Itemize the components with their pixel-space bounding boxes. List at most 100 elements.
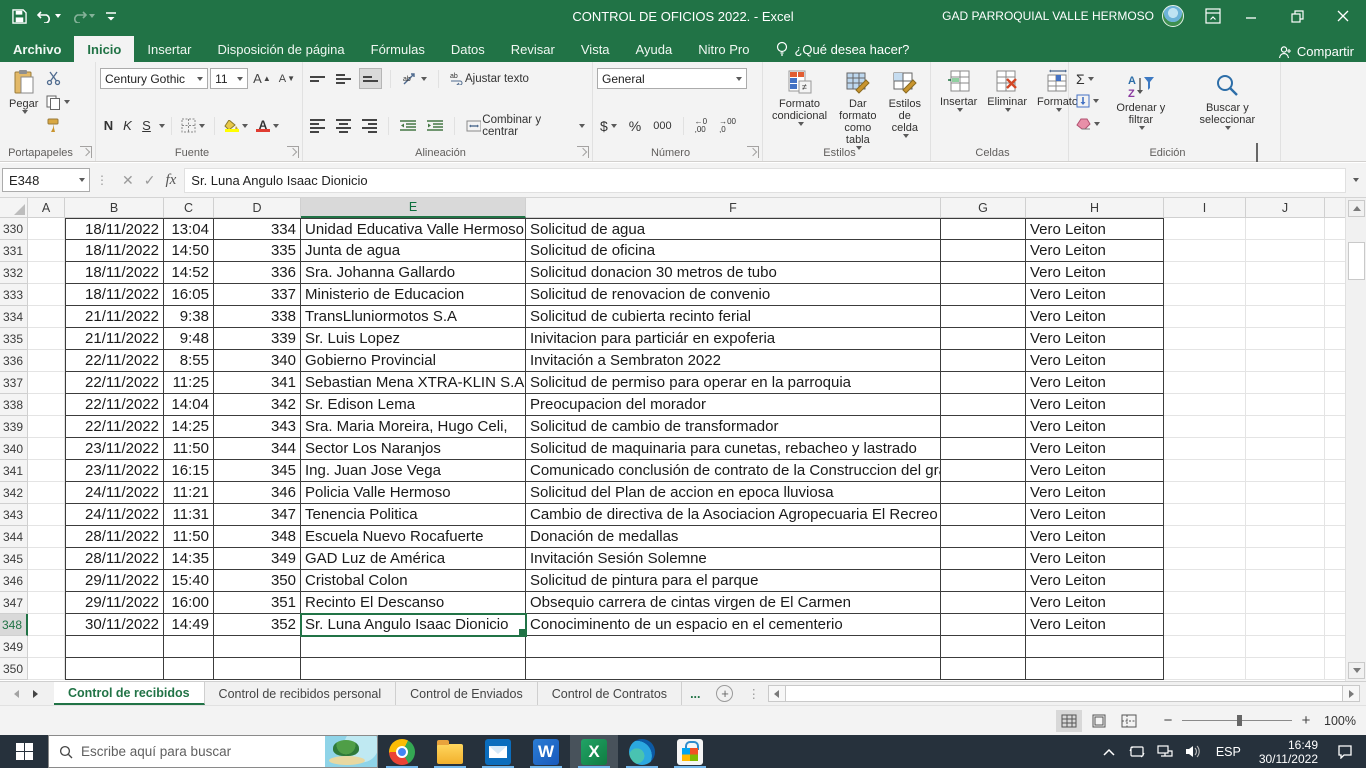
zoom-slider[interactable] (1182, 720, 1292, 721)
language-indicator[interactable]: ESP (1208, 745, 1249, 759)
cell-K334[interactable] (1325, 306, 1345, 328)
align-top-icon[interactable] (307, 68, 328, 89)
cell-I338[interactable] (1164, 394, 1246, 416)
scroll-left-icon[interactable] (769, 686, 785, 701)
row-header-350[interactable]: 350 (0, 658, 28, 680)
cell-J334[interactable] (1246, 306, 1325, 328)
cell-G338[interactable] (941, 394, 1026, 416)
cell-C347[interactable]: 16:00 (164, 592, 214, 614)
cell-B350[interactable] (65, 658, 164, 680)
cell-J330[interactable] (1246, 218, 1325, 240)
cell-A330[interactable] (28, 218, 65, 240)
scroll-up-icon[interactable] (1348, 200, 1365, 217)
row-header-332[interactable]: 332 (0, 262, 28, 284)
cell-I342[interactable] (1164, 482, 1246, 504)
row-header-331[interactable]: 331 (0, 240, 28, 262)
cell-J340[interactable] (1246, 438, 1325, 460)
cell-C333[interactable]: 16:05 (164, 284, 214, 306)
cell-E339[interactable]: Sra. Maria Moreira, Hugo Celi, (301, 416, 526, 438)
add-sheet-icon[interactable]: + (716, 685, 733, 702)
cell-C348[interactable]: 14:49 (164, 614, 214, 636)
taskbar-app-explorer[interactable] (426, 735, 474, 768)
cell-B341[interactable]: 23/11/2022 (65, 460, 164, 482)
cell-A349[interactable] (28, 636, 65, 658)
autosum-icon[interactable]: Σ (1073, 68, 1103, 89)
cut-icon[interactable] (43, 68, 73, 89)
cell-E345[interactable]: GAD Luz de América (301, 548, 526, 570)
cell-E335[interactable]: Sr. Luis Lopez (301, 328, 526, 350)
cell-E332[interactable]: Sra. Johanna Gallardo (301, 262, 526, 284)
sheet-tab-control-de-contratos[interactable]: Control de Contratos (538, 682, 682, 705)
cell-A336[interactable] (28, 350, 65, 372)
cell-B344[interactable]: 28/11/2022 (65, 526, 164, 548)
cell-F331[interactable]: Solicitud de oficina (526, 240, 941, 262)
cell-A342[interactable] (28, 482, 65, 504)
cell-C343[interactable]: 11:31 (164, 504, 214, 526)
cell-I350[interactable] (1164, 658, 1246, 680)
tab-vista[interactable]: Vista (568, 36, 623, 62)
cell-E347[interactable]: Recinto El Descanso (301, 592, 526, 614)
cell-A332[interactable] (28, 262, 65, 284)
cell-D341[interactable]: 345 (214, 460, 301, 482)
cell-B332[interactable]: 18/11/2022 (65, 262, 164, 284)
sheet-tab-control-de-enviados[interactable]: Control de Enviados (396, 682, 538, 705)
cell-D343[interactable]: 347 (214, 504, 301, 526)
cell-J337[interactable] (1246, 372, 1325, 394)
cell-J339[interactable] (1246, 416, 1325, 438)
share-button[interactable]: Compartir (1278, 44, 1354, 59)
column-header-J[interactable]: J (1246, 198, 1325, 218)
cell-G343[interactable] (941, 504, 1026, 526)
cell-J350[interactable] (1246, 658, 1325, 680)
cell-G332[interactable] (941, 262, 1026, 284)
cell-H343[interactable]: Vero Leiton (1026, 504, 1164, 526)
cell-H330[interactable]: Vero Leiton (1026, 218, 1164, 240)
undo-icon[interactable] (33, 4, 65, 28)
orientation-icon[interactable]: ab (399, 68, 430, 89)
cell-E336[interactable]: Gobierno Provincial (301, 350, 526, 372)
cell-A335[interactable] (28, 328, 65, 350)
save-icon[interactable] (8, 4, 31, 28)
cell-D335[interactable]: 339 (214, 328, 301, 350)
cell-D346[interactable]: 350 (214, 570, 301, 592)
row-header-344[interactable]: 344 (0, 526, 28, 548)
number-format-combo[interactable]: General (597, 68, 747, 89)
cell-H336[interactable]: Vero Leiton (1026, 350, 1164, 372)
tab-nitro-pro[interactable]: Nitro Pro (685, 36, 762, 62)
cell-C336[interactable]: 8:55 (164, 350, 214, 372)
comma-format-icon[interactable]: 000 (650, 115, 674, 136)
bold-button[interactable]: N (100, 118, 117, 133)
clock[interactable]: 16:49 30/11/2022 (1251, 738, 1326, 766)
cell-E343[interactable]: Tenencia Politica (301, 504, 526, 526)
expand-formula-bar-icon[interactable] (1346, 178, 1364, 182)
row-header-338[interactable]: 338 (0, 394, 28, 416)
dialog-launcher-icon[interactable] (577, 146, 589, 158)
cell-K331[interactable] (1325, 240, 1345, 262)
cell-H331[interactable]: Vero Leiton (1026, 240, 1164, 262)
percent-format-icon[interactable]: % (626, 115, 644, 136)
cell-K335[interactable] (1325, 328, 1345, 350)
cell-C338[interactable]: 14:04 (164, 394, 214, 416)
taskbar-app-excel[interactable]: X (570, 735, 618, 768)
tab-ayuda[interactable]: Ayuda (623, 36, 686, 62)
cell-J347[interactable] (1246, 592, 1325, 614)
cell-F350[interactable] (526, 658, 941, 680)
select-all-corner[interactable] (0, 198, 28, 218)
normal-view-icon[interactable] (1056, 710, 1082, 732)
cell-B333[interactable]: 18/11/2022 (65, 284, 164, 306)
tab-archivo[interactable]: Archivo (0, 36, 74, 62)
formula-input[interactable]: Sr. Luna Angulo Isaac Dionicio (184, 168, 1346, 193)
cell-B338[interactable]: 22/11/2022 (65, 394, 164, 416)
cell-H350[interactable] (1026, 658, 1164, 680)
cell-G341[interactable] (941, 460, 1026, 482)
cell-I332[interactable] (1164, 262, 1246, 284)
cell-F343[interactable]: Cambio de directiva de la Asociacion Agr… (526, 504, 941, 526)
row-header-337[interactable]: 337 (0, 372, 28, 394)
cell-F349[interactable] (526, 636, 941, 658)
cell-C340[interactable]: 11:50 (164, 438, 214, 460)
column-header-A[interactable]: A (28, 198, 65, 218)
cell-J338[interactable] (1246, 394, 1325, 416)
cell-E344[interactable]: Escuela Nuevo Rocafuerte (301, 526, 526, 548)
cell-I341[interactable] (1164, 460, 1246, 482)
cell-G342[interactable] (941, 482, 1026, 504)
row-header-336[interactable]: 336 (0, 350, 28, 372)
